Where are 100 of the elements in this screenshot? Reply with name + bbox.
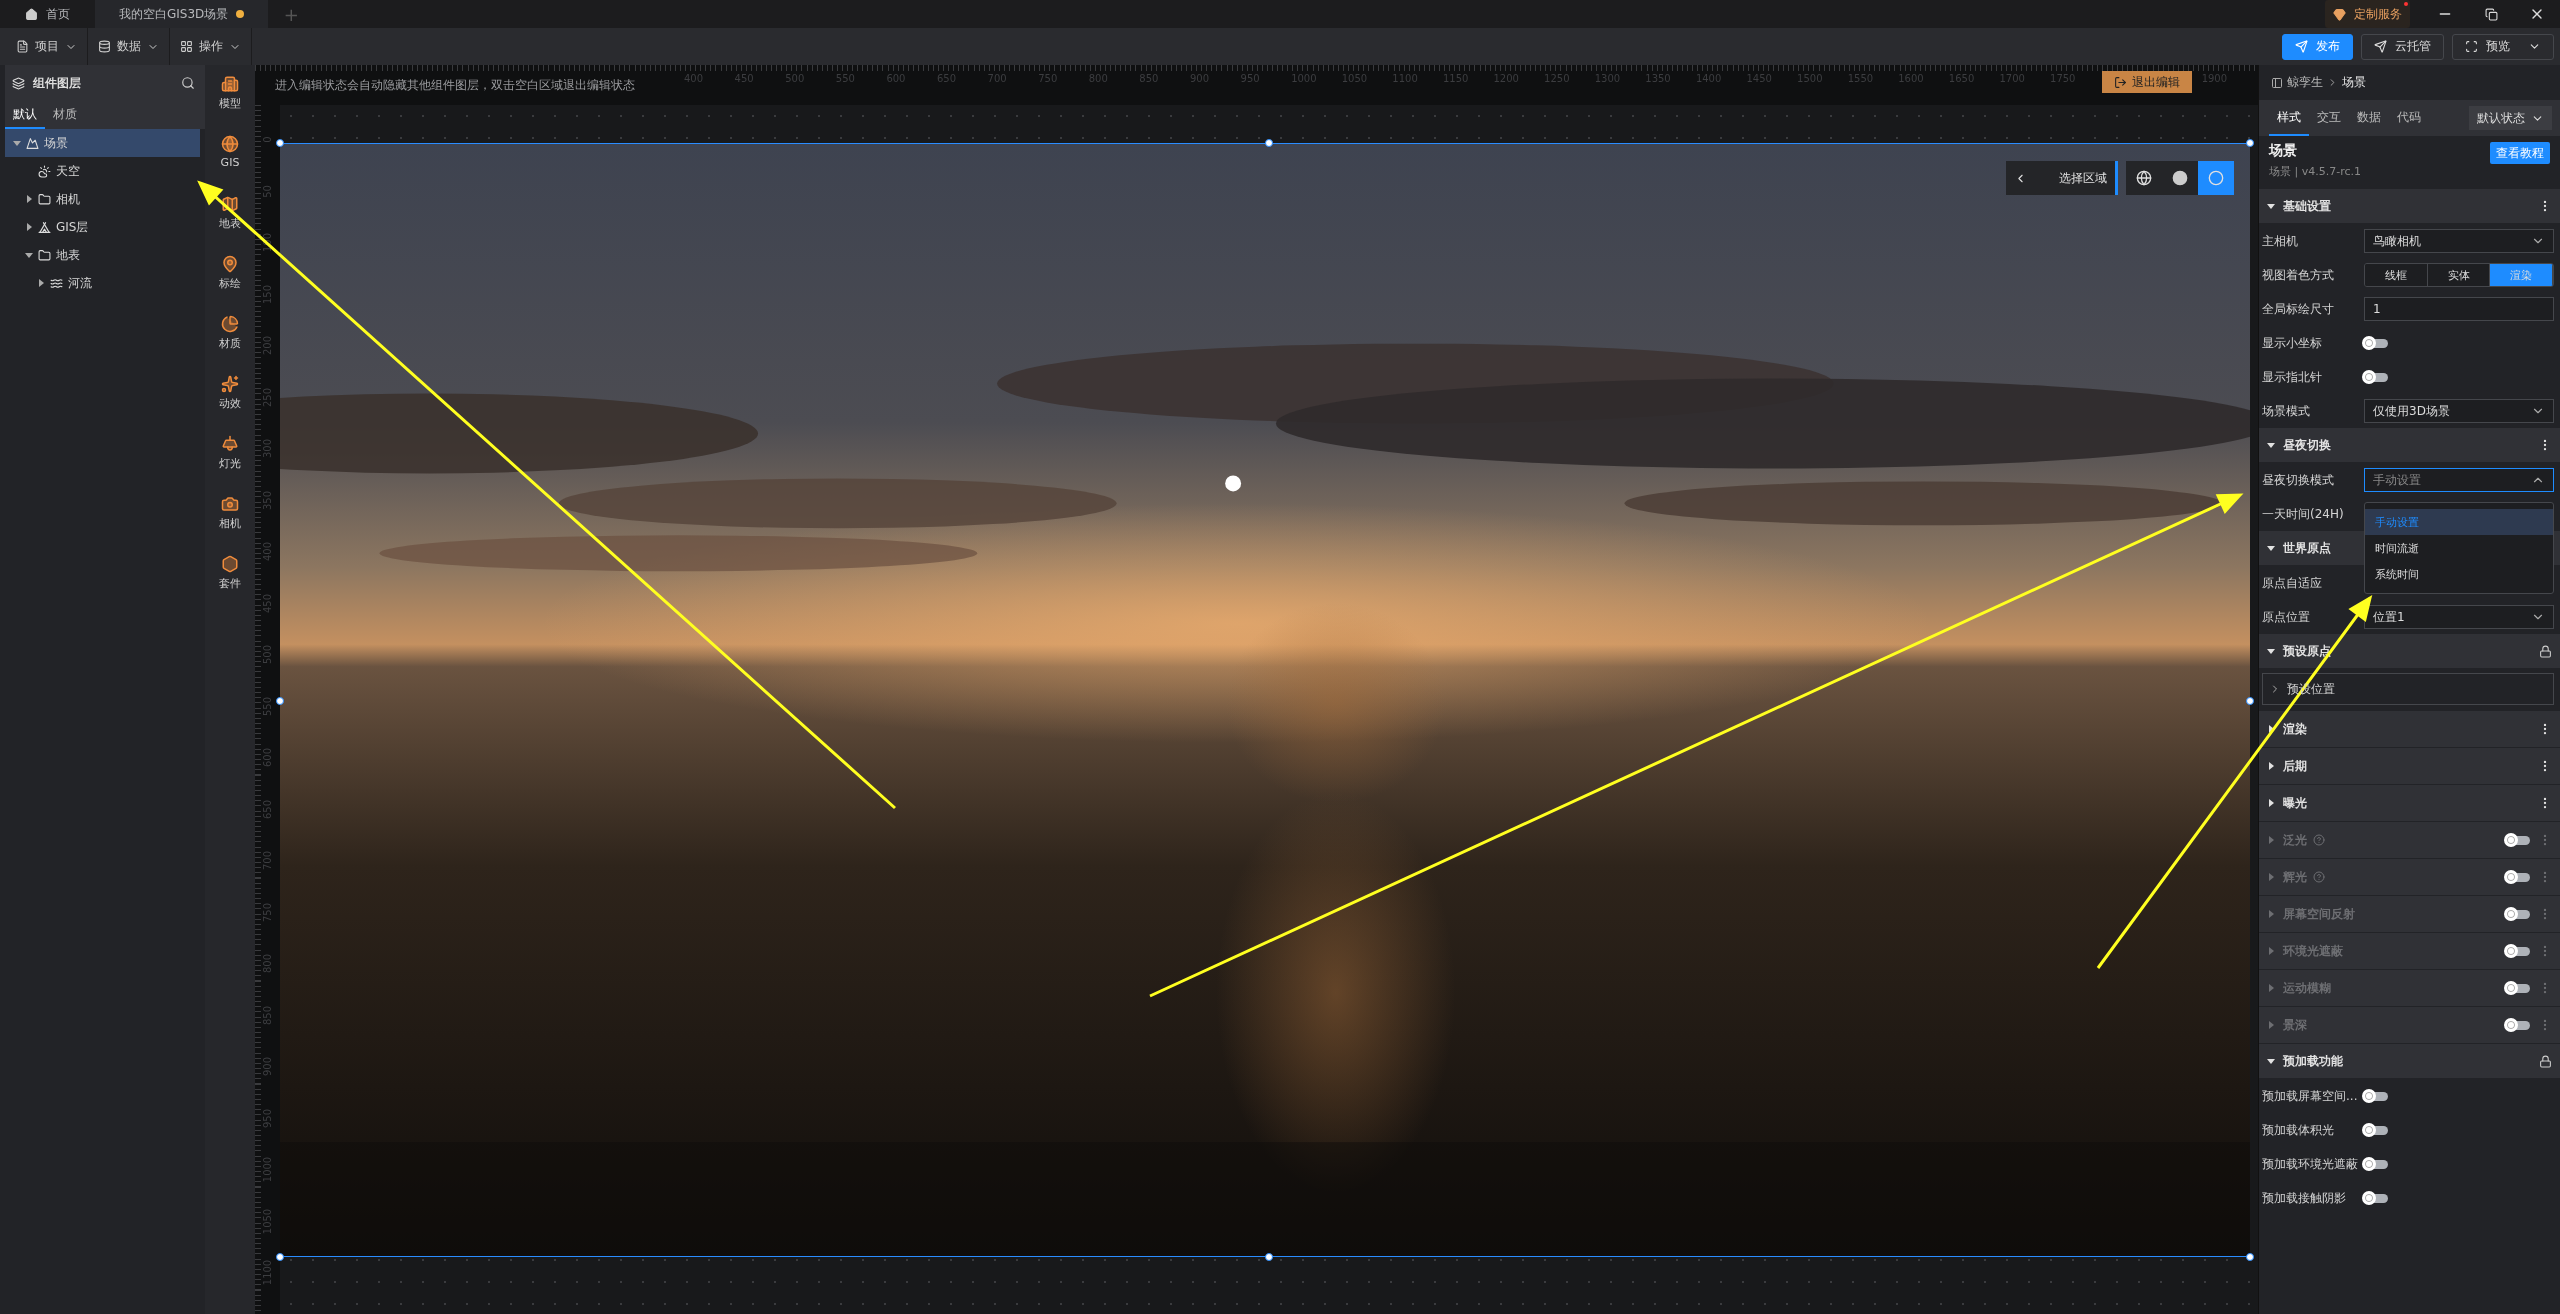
component-library-item[interactable]: 标绘: [219, 255, 241, 315]
field-label: 预加载环境光遮蔽: [2262, 1155, 2359, 1173]
toggle-switch[interactable]: [2364, 1125, 2388, 1135]
toggle-switch[interactable]: [2364, 338, 2388, 348]
section-title: 世界原点: [2283, 539, 2331, 557]
section-title: 辉光: [2283, 868, 2307, 886]
panel-tab[interactable]: 数据: [2349, 100, 2389, 136]
tree-item[interactable]: 场景: [5, 129, 200, 157]
panel-tab[interactable]: 样式: [2269, 100, 2309, 136]
select-field[interactable]: 鸟瞰相机: [2364, 229, 2554, 253]
select-region-button[interactable]: 选择区域: [2006, 161, 2118, 195]
field-label: 视图着色方式: [2262, 266, 2335, 284]
folder-icon: [38, 248, 51, 262]
toggle-switch[interactable]: [2364, 1091, 2388, 1101]
section-header[interactable]: 曝光: [2259, 785, 2560, 822]
section-title: 泛光: [2283, 831, 2307, 849]
section-title: 昼夜切换: [2283, 436, 2331, 454]
caret-icon[interactable]: [2267, 762, 2275, 770]
caret-icon[interactable]: [25, 195, 33, 203]
component-library-item[interactable]: 模型: [219, 75, 241, 135]
resize-handle[interactable]: [2246, 1253, 2254, 1261]
waves-icon: [50, 276, 63, 290]
caret-icon[interactable]: [2267, 544, 2275, 552]
component-version: 场景 | v4.5.7-rc.1: [2269, 164, 2361, 179]
resize-handle[interactable]: [276, 139, 284, 147]
hexagon-icon: [221, 555, 239, 573]
tent-icon: [38, 220, 51, 234]
globe-icon: [2136, 170, 2152, 186]
select-field[interactable]: 位置1: [2364, 605, 2554, 629]
section-header[interactable]: 渲染: [2259, 711, 2560, 748]
tree-item[interactable]: 天空: [5, 157, 200, 185]
lock-icon[interactable]: [2539, 644, 2552, 658]
caret-icon[interactable]: [25, 251, 33, 259]
resize-handle[interactable]: [1265, 139, 1273, 147]
breadcrumb-item[interactable]: 鲸孪生: [2287, 74, 2323, 91]
exit-edit-button[interactable]: 退出编辑: [2101, 71, 2192, 93]
component-library-item[interactable]: 套件: [219, 555, 241, 615]
section-header[interactable]: 预加载功能: [2259, 1044, 2560, 1079]
field-label: 显示小坐标: [2262, 334, 2323, 352]
search-icon[interactable]: [181, 76, 195, 90]
section-title: 渲染: [2283, 720, 2307, 738]
field-label: 预加载屏幕空间...: [2262, 1087, 2359, 1105]
dropdown-option[interactable]: 系统时间: [2365, 561, 2553, 587]
panel-tab[interactable]: 材质: [45, 101, 85, 129]
window-tab[interactable]: 我的空白GIS3D场景: [95, 0, 269, 28]
grid-icon: [180, 40, 193, 53]
restore-icon[interactable]: [2484, 7, 2498, 21]
service-badge[interactable]: 定制服务: [2325, 0, 2410, 28]
component-library-item[interactable]: 灯光: [219, 435, 241, 495]
panel-tab[interactable]: 代码: [2389, 100, 2429, 136]
panel-icon: [2271, 76, 2283, 89]
caret-icon[interactable]: [2267, 1057, 2275, 1065]
section-header[interactable]: 基础设置: [2259, 189, 2560, 224]
map-icon: [221, 195, 239, 213]
toggle-switch[interactable]: [2364, 1193, 2388, 1203]
lamp-icon: [221, 435, 239, 453]
segment-button[interactable]: 实体: [2427, 264, 2491, 286]
component-library-item[interactable]: 材质: [219, 315, 241, 375]
section-header[interactable]: 后期: [2259, 748, 2560, 785]
lock-icon[interactable]: [2539, 1054, 2552, 1068]
tree-item[interactable]: 相机: [5, 185, 200, 213]
layers-icon: [12, 76, 25, 90]
caret-icon[interactable]: [37, 279, 45, 287]
tree-item[interactable]: 河流: [5, 269, 200, 297]
component-library-item[interactable]: 动效: [219, 375, 241, 435]
cloud-host-button[interactable]: 云托管: [2361, 33, 2444, 60]
resize-handle[interactable]: [276, 1253, 284, 1261]
caret-icon[interactable]: [2267, 202, 2275, 210]
component-library-item[interactable]: 相机: [219, 495, 241, 555]
send-icon: [2295, 40, 2308, 53]
dropdown-option[interactable]: 时间流逝: [2365, 535, 2553, 561]
caret-icon[interactable]: [25, 223, 33, 231]
segment-button[interactable]: 线框: [2365, 264, 2428, 286]
caret-icon[interactable]: [2267, 441, 2275, 449]
preview-button[interactable]: 预览: [2452, 33, 2554, 60]
tree-item[interactable]: 地表: [5, 241, 200, 269]
home-icon: [25, 7, 38, 21]
resize-handle[interactable]: [1265, 1253, 1273, 1261]
fullscreen-icon: [2465, 40, 2478, 53]
select-field[interactable]: 仅使用3D场景: [2364, 399, 2554, 423]
resize-handle[interactable]: [2246, 139, 2254, 147]
toggle-switch[interactable]: [2364, 372, 2388, 382]
camera-icon: [221, 495, 239, 513]
send-icon: [2374, 40, 2387, 53]
resize-handle[interactable]: [276, 697, 284, 705]
state-select[interactable]: 默认状态: [2469, 106, 2552, 130]
circle-icon: [2208, 170, 2224, 186]
component-library-item[interactable]: GIS: [220, 135, 240, 195]
section-header[interactable]: 昼夜切换: [2259, 428, 2560, 463]
caret-icon[interactable]: [2267, 647, 2275, 655]
resize-handle[interactable]: [2246, 697, 2254, 705]
cloud-sun-icon: [38, 164, 51, 178]
file-icon: [16, 40, 29, 53]
input-field[interactable]: 1: [2364, 297, 2554, 321]
section-title: 景深: [2283, 1016, 2307, 1034]
caret-icon[interactable]: [2267, 799, 2275, 807]
exit-icon: [2113, 75, 2127, 89]
tree-item[interactable]: GIS层: [5, 213, 200, 241]
panel-tab[interactable]: 交互: [2309, 100, 2349, 136]
toggle-switch[interactable]: [2364, 1159, 2388, 1169]
